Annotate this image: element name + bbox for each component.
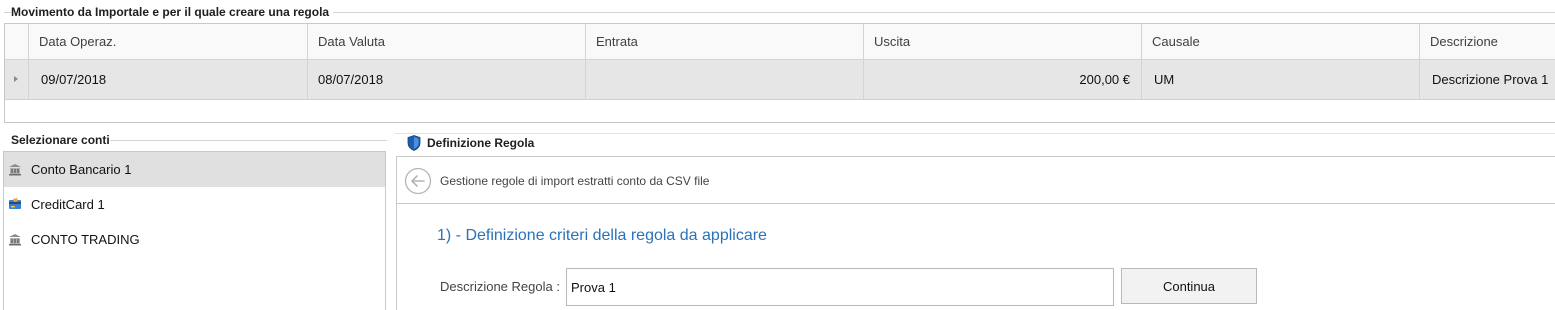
shield-icon: [407, 135, 421, 151]
bank-icon: [8, 233, 22, 246]
conti-list[interactable]: Conto Bancario 1 CreditCard 1 CONTO TRAD…: [3, 151, 386, 310]
column-header-causale[interactable]: Causale: [1142, 24, 1420, 59]
table-row[interactable]: 09/07/2018 08/07/2018 200,00 € UM Descri…: [5, 60, 1555, 100]
row-indicator-header: [5, 24, 29, 59]
continua-button[interactable]: Continua: [1121, 268, 1257, 304]
movimento-grid[interactable]: Data Operaz. Data Valuta Entrata Uscita …: [4, 23, 1555, 123]
row-indicator: [5, 60, 29, 99]
cell-entrata[interactable]: [586, 60, 864, 99]
regola-body: Gestione regole di import estratti conto…: [396, 156, 1555, 310]
column-header-entrata[interactable]: Entrata: [586, 24, 864, 59]
panel-divider: [110, 140, 387, 141]
conti-title: Selezionare conti: [11, 133, 110, 147]
credit-card-icon: [8, 198, 22, 211]
regola-header: Definizione Regola: [395, 133, 1555, 157]
list-item-conto-trading[interactable]: CONTO TRADING: [4, 222, 385, 257]
list-item-label: CreditCard 1: [31, 197, 105, 212]
column-header-data-operaz[interactable]: Data Operaz.: [29, 24, 308, 59]
conti-panel: Selezionare conti Conto Bancario 1 Credi…: [0, 127, 387, 310]
regola-panel: Definizione Regola Gestione regole di im…: [395, 127, 1555, 310]
wizard-nav-bar: Gestione regole di import estratti conto…: [397, 157, 1555, 204]
list-item-label: Conto Bancario 1: [31, 162, 132, 177]
bank-icon: [8, 163, 22, 176]
cell-uscita[interactable]: 200,00 €: [864, 60, 1142, 99]
wizard-breadcrumb: Gestione regole di import estratti conto…: [440, 174, 710, 188]
movimento-title: Movimento da Importale e per il quale cr…: [11, 5, 334, 19]
column-header-data-valuta[interactable]: Data Valuta: [308, 24, 586, 59]
grid-header: Data Operaz. Data Valuta Entrata Uscita …: [5, 24, 1555, 60]
cell-descrizione[interactable]: Descrizione Prova 1: [1420, 60, 1555, 99]
cell-data-operaz[interactable]: 09/07/2018: [29, 60, 308, 99]
cell-causale[interactable]: UM: [1142, 60, 1420, 99]
list-item-label: CONTO TRADING: [31, 232, 140, 247]
descrizione-regola-input[interactable]: [566, 268, 1114, 306]
step-title: 1) - Definizione criteri della regola da…: [437, 227, 767, 244]
list-item-conto-bancario[interactable]: Conto Bancario 1: [4, 152, 385, 187]
list-item-creditcard[interactable]: CreditCard 1: [4, 187, 385, 222]
cell-data-valuta[interactable]: 08/07/2018: [308, 60, 586, 99]
column-header-uscita[interactable]: Uscita: [864, 24, 1142, 59]
descrizione-regola-label: Descrizione Regola :: [440, 279, 560, 294]
back-arrow-icon[interactable]: [404, 167, 432, 195]
row-pointer-icon: [14, 76, 18, 82]
column-header-descrizione[interactable]: Descrizione: [1420, 24, 1555, 59]
regola-title: Definizione Regola: [427, 136, 535, 150]
movimento-group: Movimento da Importale e per il quale cr…: [0, 0, 1555, 124]
